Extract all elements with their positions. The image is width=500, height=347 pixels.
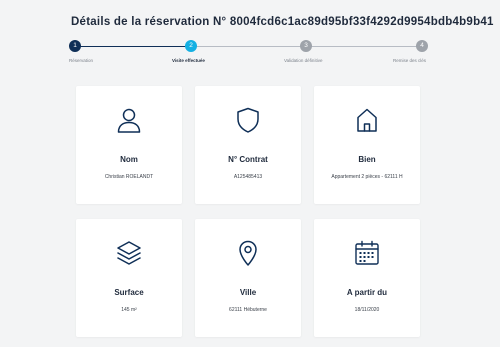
card-value: 62111 Hébuterne <box>229 307 267 313</box>
card-title: Nom <box>120 155 138 164</box>
card-value: A125485413 <box>233 174 263 180</box>
card-surface: Surface 145 m² <box>76 219 182 337</box>
house-icon <box>353 106 381 134</box>
card-title: N° Contrat <box>228 155 268 164</box>
card-title: Bien <box>358 155 376 164</box>
card-property: Bien Appartement 2 pièces - 62111 H <box>314 86 420 204</box>
step-2-label: Visite effectuée <box>172 58 205 63</box>
progress-track-completed <box>75 46 191 47</box>
card-name: Nom Christian ROELANDT <box>76 86 182 204</box>
step-2-indicator: 2 <box>185 40 197 52</box>
map-pin-icon <box>234 239 262 267</box>
layers-icon <box>115 239 143 267</box>
step-4-label: Remise des clés <box>393 58 427 63</box>
step-1-label: Réservation <box>69 58 94 63</box>
card-value: Appartement 2 pièces - 62111 H <box>331 174 403 180</box>
step-1-indicator: 1 <box>69 40 81 52</box>
card-title: Ville <box>239 288 257 297</box>
user-icon <box>115 106 143 134</box>
card-city: Ville 62111 Hébuterne <box>195 219 301 337</box>
card-title: Surface <box>114 288 144 297</box>
card-value: Christian ROELANDT <box>104 174 154 180</box>
card-start-date: A partir du 18/11/2020 <box>314 219 420 337</box>
step-3-indicator: 3 <box>300 40 312 52</box>
card-value: 145 m² <box>121 307 137 313</box>
step-3-label: Validation définitive <box>284 58 323 63</box>
calendar-icon <box>353 239 381 267</box>
shield-icon <box>234 106 262 134</box>
card-title: A partir du <box>346 288 388 297</box>
reservation-progress-stepper: 1 2 3 4 Réservation Visite effectuée Val… <box>0 0 500 75</box>
card-value: 18/11/2020 <box>354 307 380 313</box>
step-4-indicator: 4 <box>416 40 428 52</box>
card-contract-number: N° Contrat A125485413 <box>195 86 301 204</box>
